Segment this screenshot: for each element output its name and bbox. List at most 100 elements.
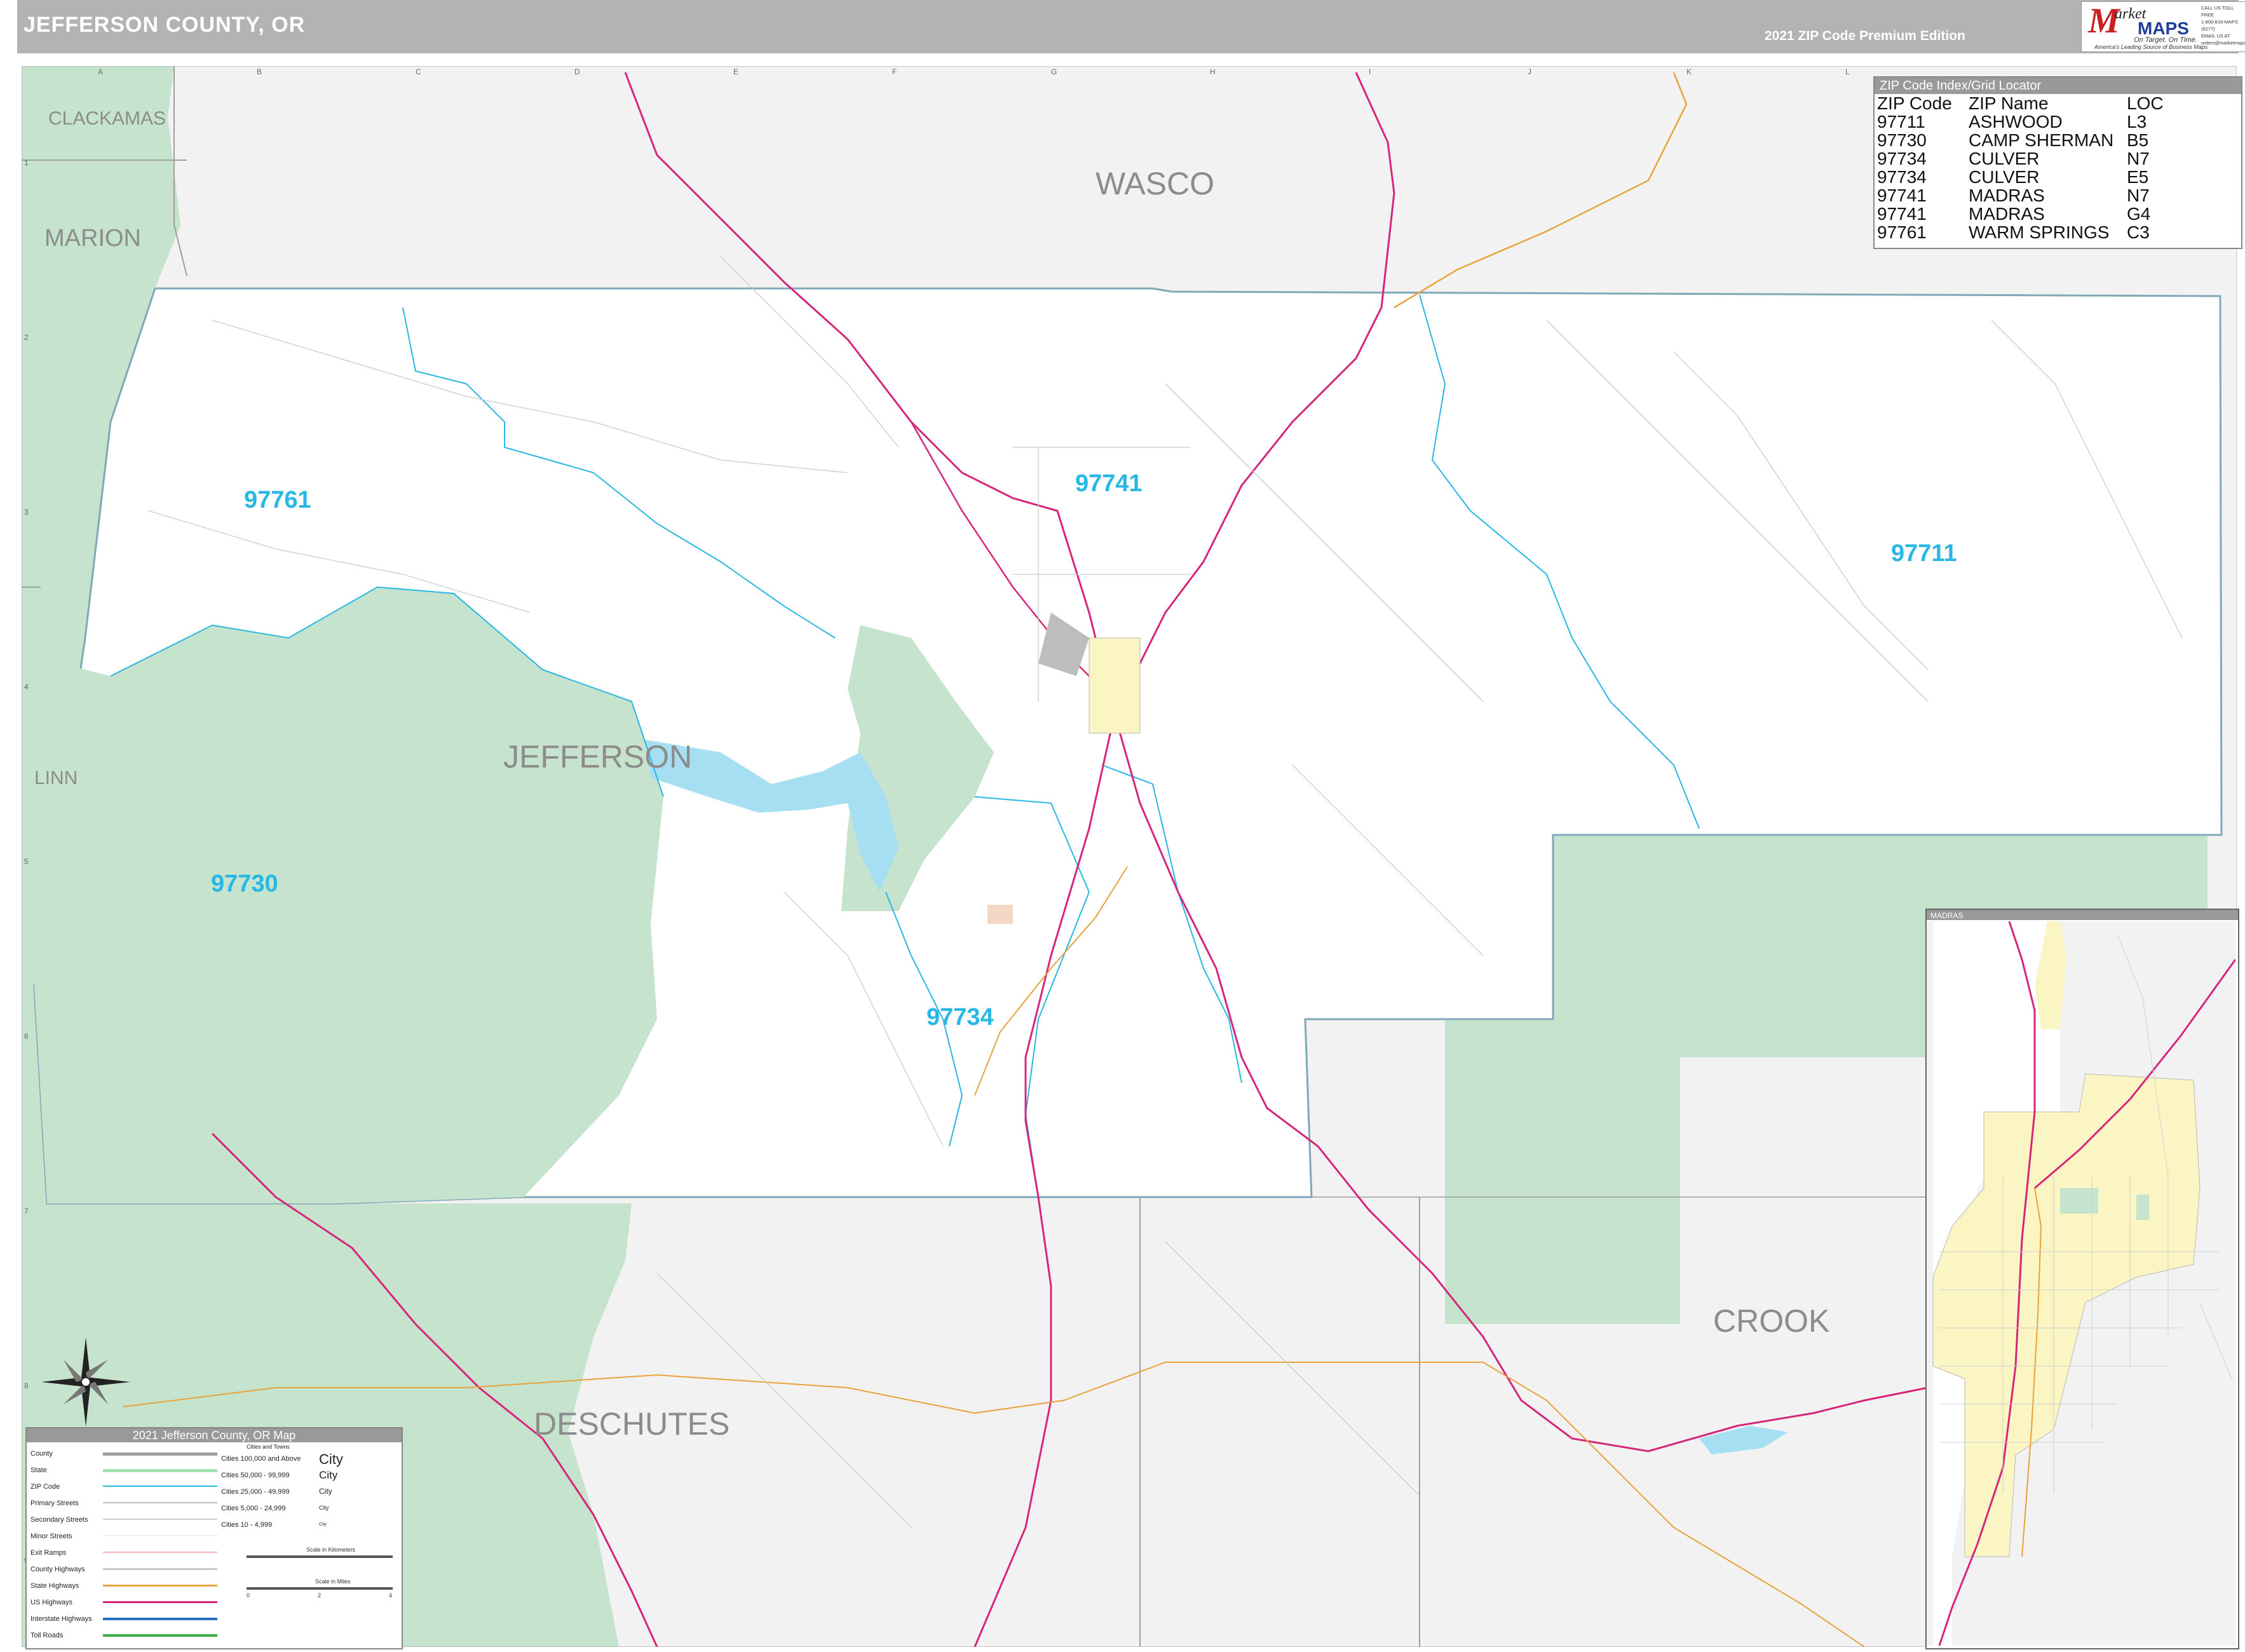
county-label-marion: MARION	[44, 225, 141, 252]
grid-number: 8	[24, 1381, 29, 1390]
grid-letter: L	[1845, 67, 1850, 76]
map-header: JEFFERSON COUNTY, OR 2021 ZIP Code Premi…	[17, 0, 2239, 53]
zip-cell: 97741	[1877, 204, 1927, 224]
map-frame[interactable]: A B C D E F G H I J K L 1 2 3 4 5 6 7 8 …	[22, 66, 2237, 1647]
legend-label: ZIP Code	[31, 1483, 60, 1491]
scale-tick: 4	[389, 1592, 393, 1599]
culver-city-area	[987, 905, 1013, 924]
grid-letter: A	[98, 67, 104, 76]
contact-line: CALL US TOLL FREE	[2201, 5, 2234, 18]
grid-number: 2	[24, 333, 29, 342]
zip-label-97761[interactable]: 97761	[244, 487, 311, 514]
county-label-wasco: WASCO	[1095, 166, 1215, 201]
market-maps-logo[interactable]: M arket MAPS On Target. On Time. America…	[2081, 1, 2245, 52]
legend-line-toll	[103, 1634, 217, 1637]
name-cell: MADRAS	[1969, 204, 2045, 224]
legend-label: State Highways	[31, 1582, 79, 1590]
name-cell: CULVER	[1969, 167, 2040, 187]
city-sample: City	[319, 1505, 329, 1511]
legend-line-minor	[103, 1535, 217, 1536]
map-title: JEFFERSON COUNTY, OR	[24, 13, 306, 37]
inset-header: MADRAS	[1927, 910, 2238, 920]
loc-cell: L3	[2127, 112, 2147, 132]
zip-cell: 97761	[1877, 222, 1927, 242]
grid-letter: E	[733, 67, 739, 76]
table-row[interactable]: 97761 WARM SPRINGS C3	[1875, 223, 2241, 241]
zip-label-97730[interactable]: 97730	[211, 870, 278, 898]
scale-tick: 0	[247, 1592, 250, 1599]
zip-label-97741[interactable]: 97741	[1075, 470, 1143, 498]
scale-mi-label: Scale in Miles	[315, 1578, 351, 1585]
scale-km-label: Scale in Kilometers	[306, 1547, 356, 1553]
legend-line-interstate	[103, 1618, 217, 1620]
legend-label: Exit Ramps	[31, 1549, 67, 1557]
city-class-label: Cities 25,000 - 49,999	[221, 1488, 290, 1496]
legend-label: State	[31, 1466, 47, 1474]
table-header-row: ZIP Code ZIP Name LOC	[1875, 94, 2241, 112]
map-edition: 2021 ZIP Code Premium Edition	[1765, 29, 1965, 43]
inset-canvas	[1927, 921, 2235, 1646]
grid-letter: G	[1051, 67, 1057, 76]
name-cell: ASHWOOD	[1969, 112, 2063, 132]
inset-title: MADRAS	[1930, 911, 1964, 920]
column-header: ZIP Name	[1969, 93, 2049, 113]
table-row[interactable]: 97730 CAMP SHERMAN B5	[1875, 131, 2241, 149]
legend-line-primary	[103, 1502, 217, 1503]
legend-label: Secondary Streets	[31, 1516, 88, 1524]
city-sample: City	[319, 1522, 327, 1527]
scale-bar-km	[247, 1555, 393, 1558]
loc-cell: N7	[2127, 149, 2150, 168]
contact-line: EMAIL US AT	[2201, 33, 2230, 39]
county-label-crook: CROOK	[1713, 1303, 1830, 1339]
legend-line-secondary	[103, 1519, 217, 1520]
legend-title: 2021 Jefferson County, OR Map	[27, 1428, 402, 1442]
zip-code-index[interactable]: ZIP Code Index/Grid Locator ZIP Code ZIP…	[1873, 76, 2242, 249]
loc-cell: E5	[2127, 167, 2149, 187]
zip-index-title: ZIP Code Index/Grid Locator	[1875, 78, 2241, 94]
scale-tick: 2	[318, 1592, 322, 1599]
city-class-label: Cities 10 - 4,999	[221, 1521, 273, 1529]
table-row[interactable]: 97711 ASHWOOD L3	[1875, 112, 2241, 131]
legend-line-state	[103, 1469, 217, 1472]
city-sample: City	[319, 1451, 343, 1467]
loc-cell: C3	[2127, 222, 2150, 242]
inset-field	[2136, 1195, 2149, 1220]
grid-letter: D	[574, 67, 580, 76]
grid-letter: J	[1528, 67, 1531, 76]
legend-label: County Highways	[31, 1566, 85, 1573]
inset-park	[2060, 1188, 2098, 1214]
map-canvas[interactable]	[22, 66, 2237, 1647]
legend-label: US Highways	[31, 1599, 73, 1606]
column-header: ZIP Code	[1877, 93, 1952, 113]
logo-contact: CALL US TOLL FREE 1-800-816-MAPS (6277) …	[2201, 4, 2245, 46]
grid-number: 3	[24, 508, 29, 517]
table-row[interactable]: 97734 CULVER E5	[1875, 168, 2241, 186]
legend-label: Interstate Highways	[31, 1615, 92, 1623]
loc-cell: N7	[2127, 186, 2150, 205]
grid-number: 5	[24, 857, 29, 866]
table-row[interactable]: 97741 MADRAS G4	[1875, 205, 2241, 223]
table-row[interactable]: 97734 CULVER N7	[1875, 149, 2241, 168]
legend-label: County	[31, 1450, 53, 1458]
grid-letter: H	[1210, 67, 1216, 76]
legend-label: Primary Streets	[31, 1500, 79, 1507]
legend-line-zip	[103, 1486, 217, 1487]
grid-letter: C	[416, 67, 421, 76]
zip-label-97734[interactable]: 97734	[926, 1004, 994, 1031]
legend-line-us-hwy	[103, 1601, 217, 1603]
table-row[interactable]: 97741 MADRAS N7	[1875, 186, 2241, 205]
name-cell: CAMP SHERMAN	[1969, 130, 2114, 150]
zip-cell: 97734	[1877, 167, 1927, 187]
madras-city-area[interactable]	[1089, 637, 1141, 734]
scale-bar-mi	[247, 1587, 393, 1590]
county-label-deschutes: DESCHUTES	[534, 1406, 730, 1442]
zip-cell: 97734	[1877, 149, 1927, 168]
grid-number: 6	[24, 1032, 29, 1041]
zip-cell: 97730	[1877, 130, 1927, 150]
county-label-linn: LINN	[34, 768, 78, 789]
madras-inset-map[interactable]: MADRAS	[1925, 909, 2239, 1649]
column-header: LOC	[2127, 93, 2164, 113]
county-label-jefferson: JEFFERSON	[503, 739, 693, 775]
zip-label-97711[interactable]: 97711	[1891, 540, 1957, 567]
legend-label: Minor Streets	[31, 1533, 72, 1540]
